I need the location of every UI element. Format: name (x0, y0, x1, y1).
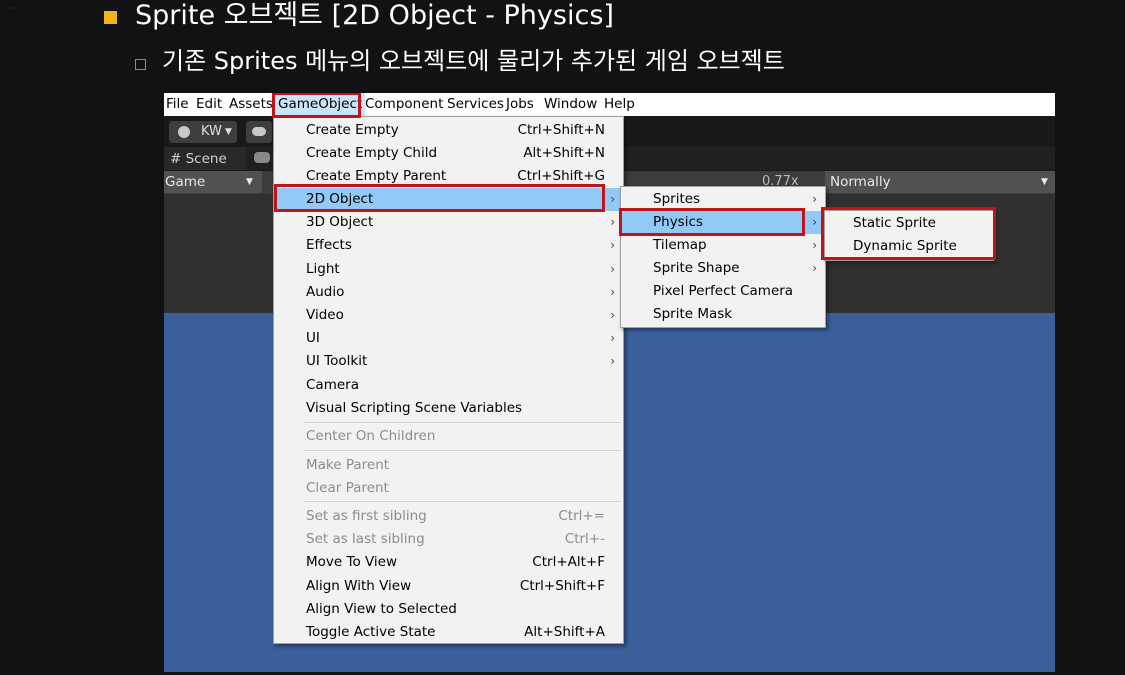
chevron-right-icon: › (812, 192, 817, 206)
chevron-down-icon: ▼ (246, 177, 253, 187)
menu-item-make-parent: Make Parent (306, 457, 390, 473)
menu-file[interactable]: File (166, 93, 189, 116)
menu-item-align-view-to-selected[interactable]: Align View to Selected (274, 598, 623, 621)
menu-item-camera[interactable]: Camera (274, 374, 623, 397)
slide-subtitle: 기존 Sprites 메뉴의 오브젝트에 물리가 추가된 게임 오브젝트 (162, 47, 785, 75)
chevron-right-icon: › (610, 308, 615, 322)
highlight-box-gameobject (272, 93, 361, 118)
chevron-right-icon: › (610, 354, 615, 368)
menu-help[interactable]: Help (604, 93, 635, 116)
menu-item-align-with-view[interactable]: Align With View Ctrl+Shift+F (274, 575, 623, 598)
menu-item-set-first-sibling: Set as first sibling Ctrl+= (306, 508, 605, 524)
menu-services[interactable]: Services (447, 93, 504, 116)
highlight-box-2d-object (274, 184, 605, 212)
chevron-right-icon: › (812, 238, 817, 252)
account-label: KW (201, 124, 222, 139)
menu-edit[interactable]: Edit (196, 93, 222, 116)
menu-separator (304, 422, 621, 423)
title-bullet (104, 11, 117, 24)
menu-item-light[interactable]: Light › (274, 258, 623, 281)
menu-item-move-to-view[interactable]: Move To View Ctrl+Alt+F (274, 551, 623, 574)
menu-window[interactable]: Window (544, 93, 597, 116)
menu-separator (304, 501, 621, 502)
menu-item-clear-parent: Clear Parent (306, 480, 389, 496)
menu-separator (304, 450, 621, 451)
chevron-right-icon: › (610, 238, 615, 252)
account-icon (178, 126, 190, 138)
background-remnant: ····· (6, 4, 19, 13)
highlight-box-physics-submenu (821, 207, 996, 260)
menu-item-sprite-mask[interactable]: Sprite Mask (621, 303, 825, 326)
play-mode-label: Normally (830, 174, 891, 190)
highlight-box-physics (619, 208, 805, 236)
menu-item-ui-toolkit[interactable]: UI Toolkit › (274, 350, 623, 373)
menu-jobs[interactable]: Jobs (506, 93, 534, 116)
menu-item-ui[interactable]: UI › (274, 327, 623, 350)
menu-item-set-last-sibling: Set as last sibling Ctrl+- (306, 531, 605, 547)
menu-item-effects[interactable]: Effects › (274, 234, 623, 257)
tab-scene-label: # Scene (170, 151, 227, 167)
menu-item-pixel-perfect-camera[interactable]: Pixel Perfect Camera (621, 280, 825, 303)
display-label: Game (165, 174, 206, 190)
menu-item-sprite-shape[interactable]: Sprite Shape › (621, 257, 825, 280)
cloud-button[interactable] (246, 121, 272, 143)
menu-item-create-empty-child[interactable]: Create Empty Child Alt+Shift+N (274, 142, 623, 165)
menu-item-3d-object[interactable]: 3D Object › (274, 211, 623, 234)
gamepad-icon[interactable] (254, 152, 270, 163)
menu-item-visual-scripting[interactable]: Visual Scripting Scene Variables (274, 397, 623, 420)
display-dropdown[interactable]: Game ▼ (164, 171, 262, 193)
tab-scene[interactable]: # Scene (164, 147, 246, 170)
menu-item-create-empty[interactable]: Create Empty Ctrl+Shift+N (274, 119, 623, 142)
chevron-right-icon: › (610, 331, 615, 345)
slide-title: Sprite 오브젝트 [2D Object - Physics] (135, 0, 614, 31)
subtitle-bullet (135, 59, 146, 70)
play-mode-dropdown[interactable]: Normally ▼ (825, 171, 1055, 193)
menu-item-tilemap[interactable]: Tilemap › (621, 234, 825, 257)
chevron-right-icon: › (610, 285, 615, 299)
chevron-right-icon: › (610, 215, 615, 229)
chevron-right-icon: › (610, 262, 615, 276)
menu-assets[interactable]: Assets (229, 93, 273, 116)
menu-component[interactable]: Component (365, 93, 443, 116)
menu-item-toggle-active-state[interactable]: Toggle Active State Alt+Shift+A (274, 621, 623, 644)
chevron-right-icon: › (812, 261, 817, 275)
unity-editor-screenshot: File Edit Assets GameObject Component Se… (164, 93, 1055, 672)
chevron-right-icon: › (610, 192, 615, 206)
menu-item-video[interactable]: Video › (274, 304, 623, 327)
chevron-down-icon: ▼ (1041, 177, 1048, 187)
cloud-icon (252, 127, 266, 136)
chevron-down-icon: ▼ (225, 127, 232, 137)
chevron-right-icon: › (812, 215, 817, 229)
menu-item-center-on-children: Center On Children (306, 428, 436, 444)
account-dropdown[interactable]: KW ▼ (169, 121, 237, 143)
menu-item-audio[interactable]: Audio › (274, 281, 623, 304)
